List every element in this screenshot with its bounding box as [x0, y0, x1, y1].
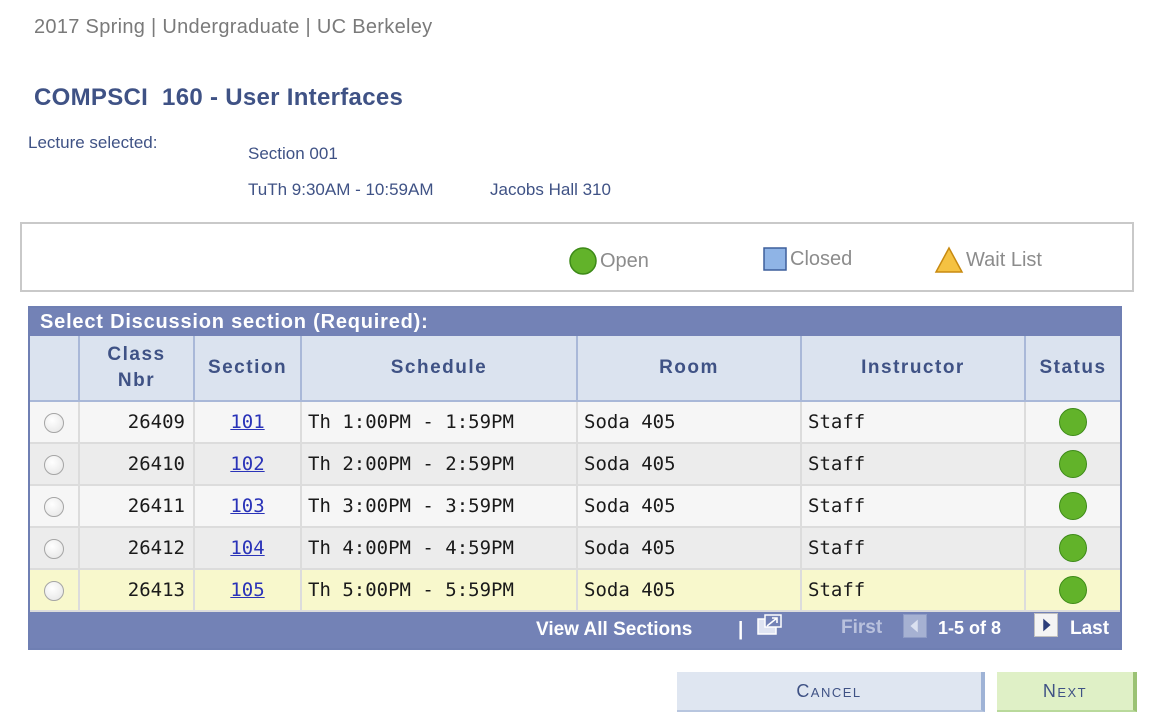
class-nbr-cell: 26412	[79, 527, 195, 570]
open-status-icon	[1059, 408, 1087, 436]
room-cell: Soda 405	[577, 443, 802, 486]
room-cell: Soda 405	[577, 485, 802, 528]
instructor-cell: Staff	[801, 569, 1026, 612]
table-header-row: Class Nbr Section Schedule Room Instructo…	[30, 336, 1120, 402]
row-select-radio[interactable]	[30, 443, 80, 486]
term-info: 2017 Spring | Undergraduate | UC Berkele…	[34, 16, 433, 38]
legend-open-label: Open	[600, 249, 649, 272]
column-header-instructor: Instructor	[801, 336, 1026, 402]
page-range: 1-5 of 8	[938, 618, 1002, 638]
grid-footer: View All Sections | First 1-5 of 8 Last	[30, 612, 1120, 648]
column-header-schedule: Schedule	[301, 336, 578, 402]
enrollment-page: 2017 Spring | Undergraduate | UC Berkele…	[0, 0, 1166, 728]
first-page-link[interactable]: First	[841, 617, 882, 639]
column-header-room: Room	[577, 336, 802, 402]
column-header-status: Status	[1025, 336, 1120, 402]
last-page-link[interactable]: Last	[1070, 618, 1109, 640]
table-row[interactable]: 26409 101 Th 1:00PM - 1:59PM Soda 405 St…	[30, 401, 1120, 444]
class-nbr-cell: 26413	[79, 569, 195, 612]
table-row[interactable]: 26412 104 Th 4:00PM - 4:59PM Soda 405 St…	[30, 527, 1120, 570]
open-status-icon	[1059, 576, 1087, 604]
section-link[interactable]: 101	[230, 411, 264, 433]
next-page-icon[interactable]	[1034, 613, 1058, 637]
legend-waitlist-label: Wait List	[966, 248, 1042, 271]
class-nbr-cell: 26410	[79, 443, 195, 486]
lecture-selected-label: Lecture selected:	[28, 133, 158, 152]
open-status-icon	[1059, 450, 1087, 478]
discussion-section-grid: Select Discussion section (Required): Cl…	[28, 306, 1122, 650]
column-header-section: Section	[194, 336, 302, 402]
section-link[interactable]: 102	[230, 453, 264, 475]
status-legend: Open Closed Wait List	[20, 222, 1134, 292]
room-cell: Soda 405	[577, 401, 802, 444]
section-link[interactable]: 103	[230, 495, 264, 517]
class-nbr-cell: 26409	[79, 401, 195, 444]
schedule-cell: Th 2:00PM - 2:59PM	[301, 443, 578, 486]
instructor-cell: Staff	[801, 443, 1026, 486]
column-header-select	[30, 336, 80, 402]
instructor-cell: Staff	[801, 401, 1026, 444]
legend-waitlist: Wait List	[934, 246, 1042, 274]
table-row[interactable]: 26413 105 Th 5:00PM - 5:59PM Soda 405 St…	[30, 569, 1120, 612]
open-status-icon	[569, 247, 597, 275]
section-link[interactable]: 104	[230, 537, 264, 559]
schedule-cell: Th 1:00PM - 1:59PM	[301, 401, 578, 444]
schedule-cell: Th 3:00PM - 3:59PM	[301, 485, 578, 528]
grid-title: Select Discussion section (Required):	[30, 308, 1120, 336]
legend-open: Open	[568, 246, 649, 276]
table-row[interactable]: 26411 103 Th 3:00PM - 3:59PM Soda 405 St…	[30, 485, 1120, 528]
column-header-class-nbr: Class Nbr	[79, 336, 195, 402]
class-nbr-cell: 26411	[79, 485, 195, 528]
lecture-time: TuTh 9:30AM - 10:59AM	[248, 180, 434, 199]
footer-separator: |	[738, 619, 744, 640]
row-select-radio[interactable]	[30, 569, 80, 612]
view-all-sections-link[interactable]: View All Sections	[536, 619, 692, 641]
schedule-cell: Th 4:00PM - 4:59PM	[301, 527, 578, 570]
previous-page-icon[interactable]	[903, 614, 927, 638]
room-cell: Soda 405	[577, 569, 802, 612]
schedule-cell: Th 5:00PM - 5:59PM	[301, 569, 578, 612]
instructor-cell: Staff	[801, 485, 1026, 528]
next-button[interactable]: Next	[997, 672, 1137, 712]
row-select-radio[interactable]	[30, 485, 80, 528]
closed-status-icon	[763, 247, 787, 271]
open-status-icon	[1059, 492, 1087, 520]
row-select-radio[interactable]	[30, 527, 80, 570]
room-cell: Soda 405	[577, 527, 802, 570]
section-link[interactable]: 105	[230, 579, 264, 601]
row-select-radio[interactable]	[30, 401, 80, 444]
instructor-cell: Staff	[801, 527, 1026, 570]
course-title: COMPSCI 160 - User Interfaces	[34, 84, 404, 111]
popout-icon[interactable]	[757, 614, 783, 636]
table-row[interactable]: 26410 102 Th 2:00PM - 2:59PM Soda 405 St…	[30, 443, 1120, 486]
lecture-section: Section 001	[248, 144, 338, 163]
legend-closed-label: Closed	[790, 247, 853, 270]
open-status-icon	[1059, 534, 1087, 562]
legend-closed: Closed	[762, 246, 852, 272]
sections-table: Class Nbr Section Schedule Room Instructo…	[30, 336, 1120, 612]
cancel-button[interactable]: Cancel	[677, 672, 985, 712]
waitlist-status-icon	[934, 246, 964, 273]
lecture-room: Jacobs Hall 310	[490, 180, 611, 199]
